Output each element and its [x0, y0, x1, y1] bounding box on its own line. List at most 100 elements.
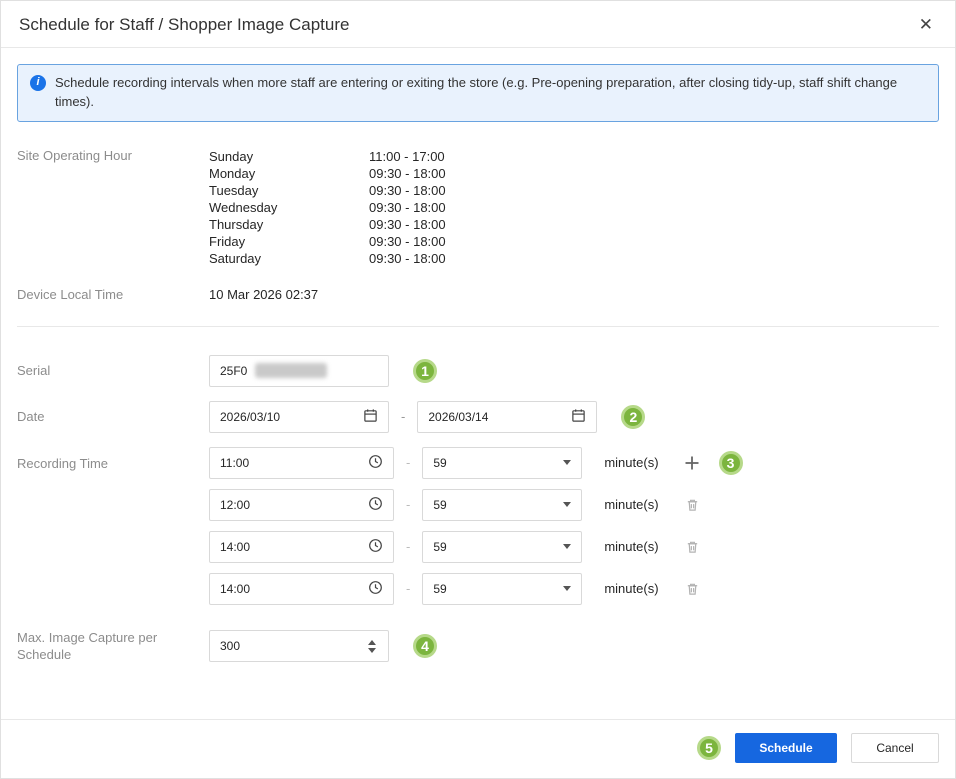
serial-input[interactable]: 25F0 [209, 354, 389, 387]
clock-icon[interactable] [368, 454, 383, 472]
recording-time-list: 11:00 - 59 minute(s) 3 12:00 - 59 minute… [209, 446, 743, 605]
delete-recording-button[interactable] [685, 539, 700, 555]
calendar-icon[interactable] [571, 408, 586, 426]
recording-separator: - [406, 581, 411, 597]
recording-time-row: Recording Time 11:00 - 59 minute(s) 3 12… [17, 446, 939, 605]
chevron-down-icon [563, 502, 572, 508]
max-capture-input[interactable]: 300 [209, 630, 389, 663]
day-hours: 09:30 - 18:00 [369, 165, 446, 181]
day-label: Saturday [209, 250, 262, 266]
serial-value: 25F0 [220, 363, 248, 378]
day-label: Tuesday [209, 182, 259, 198]
recording-time-entry: 11:00 - 59 minute(s) 3 [209, 446, 743, 479]
dialog-footer: 5 Schedule Cancel [1, 719, 955, 778]
day-label: Friday [209, 233, 246, 249]
delete-recording-button[interactable] [685, 581, 700, 597]
cancel-button[interactable]: Cancel [851, 733, 939, 763]
section-divider [17, 325, 939, 327]
recording-start-input[interactable]: 14:00 [209, 572, 394, 605]
delete-recording-button[interactable] [685, 497, 700, 513]
step-badge-1: 1 [413, 358, 437, 383]
day-hours: 09:30 - 18:00 [369, 233, 446, 249]
trash-icon [687, 499, 697, 511]
operating-hours-row: Monday 09:30 - 18:00 [209, 165, 446, 182]
schedule-dialog: Schedule for Staff / Shopper Image Captu… [0, 0, 956, 779]
minutes-unit-label: minute(s) [604, 497, 659, 513]
trash-icon [687, 583, 697, 595]
schedule-form: Serial 25F0 1 Date 2026/03/10 - 2026/03/… [1, 354, 955, 678]
operating-hours-row: Friday 09:30 - 18:00 [209, 233, 446, 250]
day-hours: 09:30 - 18:00 [369, 216, 446, 232]
operating-hours-list: Sunday 11:00 - 17:00 Monday 09:30 - 18:0… [209, 148, 446, 267]
duration-value: 59 [433, 497, 447, 512]
recording-start-value: 14:00 [220, 581, 251, 596]
duration-value: 59 [433, 455, 447, 470]
operating-hours-row: Saturday 09:30 - 18:00 [209, 250, 446, 267]
date-start-input[interactable]: 2026/03/10 [209, 400, 389, 433]
stepper-down-icon[interactable] [368, 647, 376, 653]
stepper-up-icon[interactable] [368, 639, 376, 645]
max-capture-value: 300 [220, 639, 241, 654]
duration-value: 59 [433, 581, 447, 596]
info-banner: i Schedule recording intervals when more… [17, 64, 939, 122]
date-row: Date 2026/03/10 - 2026/03/14 2 [17, 400, 939, 433]
day-label: Thursday [209, 216, 264, 232]
duration-select[interactable]: 59 [422, 572, 583, 605]
recording-separator: - [406, 539, 411, 555]
number-stepper[interactable] [366, 638, 378, 655]
recording-time-entry: 12:00 - 59 minute(s) [209, 488, 743, 521]
operating-hours-row: Tuesday 09:30 - 18:00 [209, 182, 446, 199]
operating-hours-row: Sunday 11:00 - 17:00 [209, 148, 446, 165]
day-hours: 09:30 - 18:00 [369, 182, 446, 198]
day-hours: 09:30 - 18:00 [369, 250, 446, 266]
date-start-value: 2026/03/10 [220, 409, 281, 424]
duration-select[interactable]: 59 [422, 530, 583, 563]
duration-select[interactable]: 59 [422, 488, 583, 521]
date-end-input[interactable]: 2026/03/14 [417, 400, 598, 433]
recording-start-value: 11:00 [220, 455, 250, 470]
recording-start-input[interactable]: 14:00 [209, 530, 394, 563]
date-label: Date [17, 408, 45, 424]
date-end-value: 2026/03/14 [428, 409, 489, 424]
chevron-down-icon [563, 586, 572, 592]
chevron-down-icon [563, 460, 572, 466]
date-range-separator: - [401, 409, 406, 425]
recording-start-value: 12:00 [220, 497, 251, 512]
clock-icon[interactable] [368, 580, 383, 598]
day-label: Sunday [209, 148, 254, 164]
dialog-title: Schedule for Staff / Shopper Image Captu… [19, 14, 350, 34]
recording-start-input[interactable]: 11:00 [209, 446, 394, 479]
device-local-time-block: Device Local Time 10 Mar 2026 02:37 [17, 287, 939, 302]
operating-hours-block: Site Operating Hour Sunday 11:00 - 17:00… [17, 148, 939, 267]
schedule-button[interactable]: Schedule [735, 733, 837, 763]
info-banner-text: Schedule recording intervals when more s… [55, 75, 898, 109]
recording-start-value: 14:00 [220, 539, 251, 554]
operating-hours-row: Wednesday 09:30 - 18:00 [209, 199, 446, 216]
minutes-unit-label: minute(s) [604, 581, 659, 597]
recording-separator: - [406, 497, 411, 513]
day-label: Wednesday [209, 199, 278, 215]
max-capture-label: Max. Image Capture per Schedule [17, 629, 158, 663]
day-hours: 11:00 - 17:00 [369, 148, 445, 164]
step-badge-5: 5 [697, 736, 721, 760]
step-badge-3: 3 [718, 450, 743, 475]
max-capture-row: Max. Image Capture per Schedule 300 4 [17, 629, 939, 664]
clock-icon[interactable] [368, 496, 383, 514]
add-recording-button[interactable] [685, 456, 699, 470]
operating-hours-label: Site Operating Hour [17, 147, 132, 163]
operating-hours-row: Thursday 09:30 - 18:00 [209, 216, 446, 233]
recording-time-entry: 14:00 - 59 minute(s) [209, 572, 743, 605]
duration-select[interactable]: 59 [422, 446, 583, 479]
calendar-icon[interactable] [363, 408, 378, 426]
close-icon: ✕ [918, 15, 933, 34]
close-button[interactable]: ✕ [915, 14, 937, 35]
info-icon: i [30, 75, 46, 91]
day-hours: 09:30 - 18:00 [369, 199, 446, 215]
serial-label: Serial [17, 362, 51, 378]
clock-icon[interactable] [368, 538, 383, 556]
step-badge-4: 4 [413, 634, 437, 659]
device-local-time-label: Device Local Time [17, 286, 124, 302]
recording-start-input[interactable]: 12:00 [209, 488, 394, 521]
recording-time-entry: 14:00 - 59 minute(s) [209, 530, 743, 563]
chevron-down-icon [563, 544, 572, 550]
